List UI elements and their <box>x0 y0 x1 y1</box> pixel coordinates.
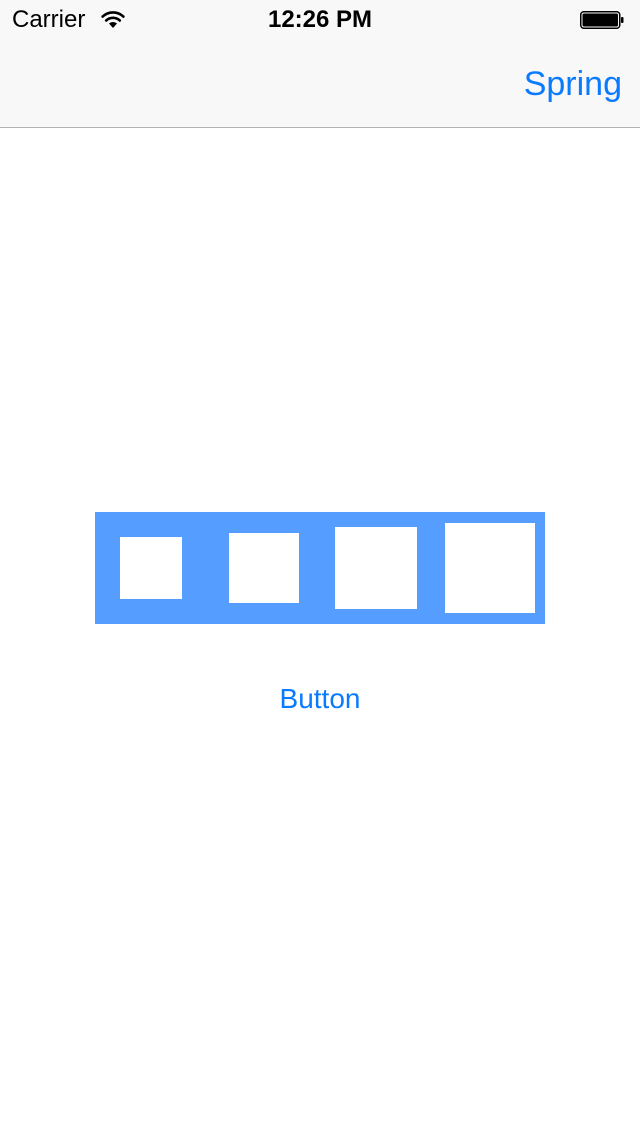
spring-button[interactable]: Spring <box>524 64 622 104</box>
main-button[interactable]: Button <box>220 678 420 720</box>
square-3 <box>335 527 417 609</box>
navigation-bar: Carrier 12:26 PM Spring <box>0 0 640 128</box>
battery-icon <box>580 11 624 29</box>
square-4 <box>445 523 535 613</box>
status-time: 12:26 PM <box>267 6 373 33</box>
screen: Carrier 12:26 PM Spring Button <box>0 0 640 1136</box>
animated-squares-container <box>95 512 545 624</box>
status-bar: Carrier 12:26 PM <box>0 0 640 40</box>
square-1 <box>120 537 182 599</box>
square-2 <box>229 533 299 603</box>
